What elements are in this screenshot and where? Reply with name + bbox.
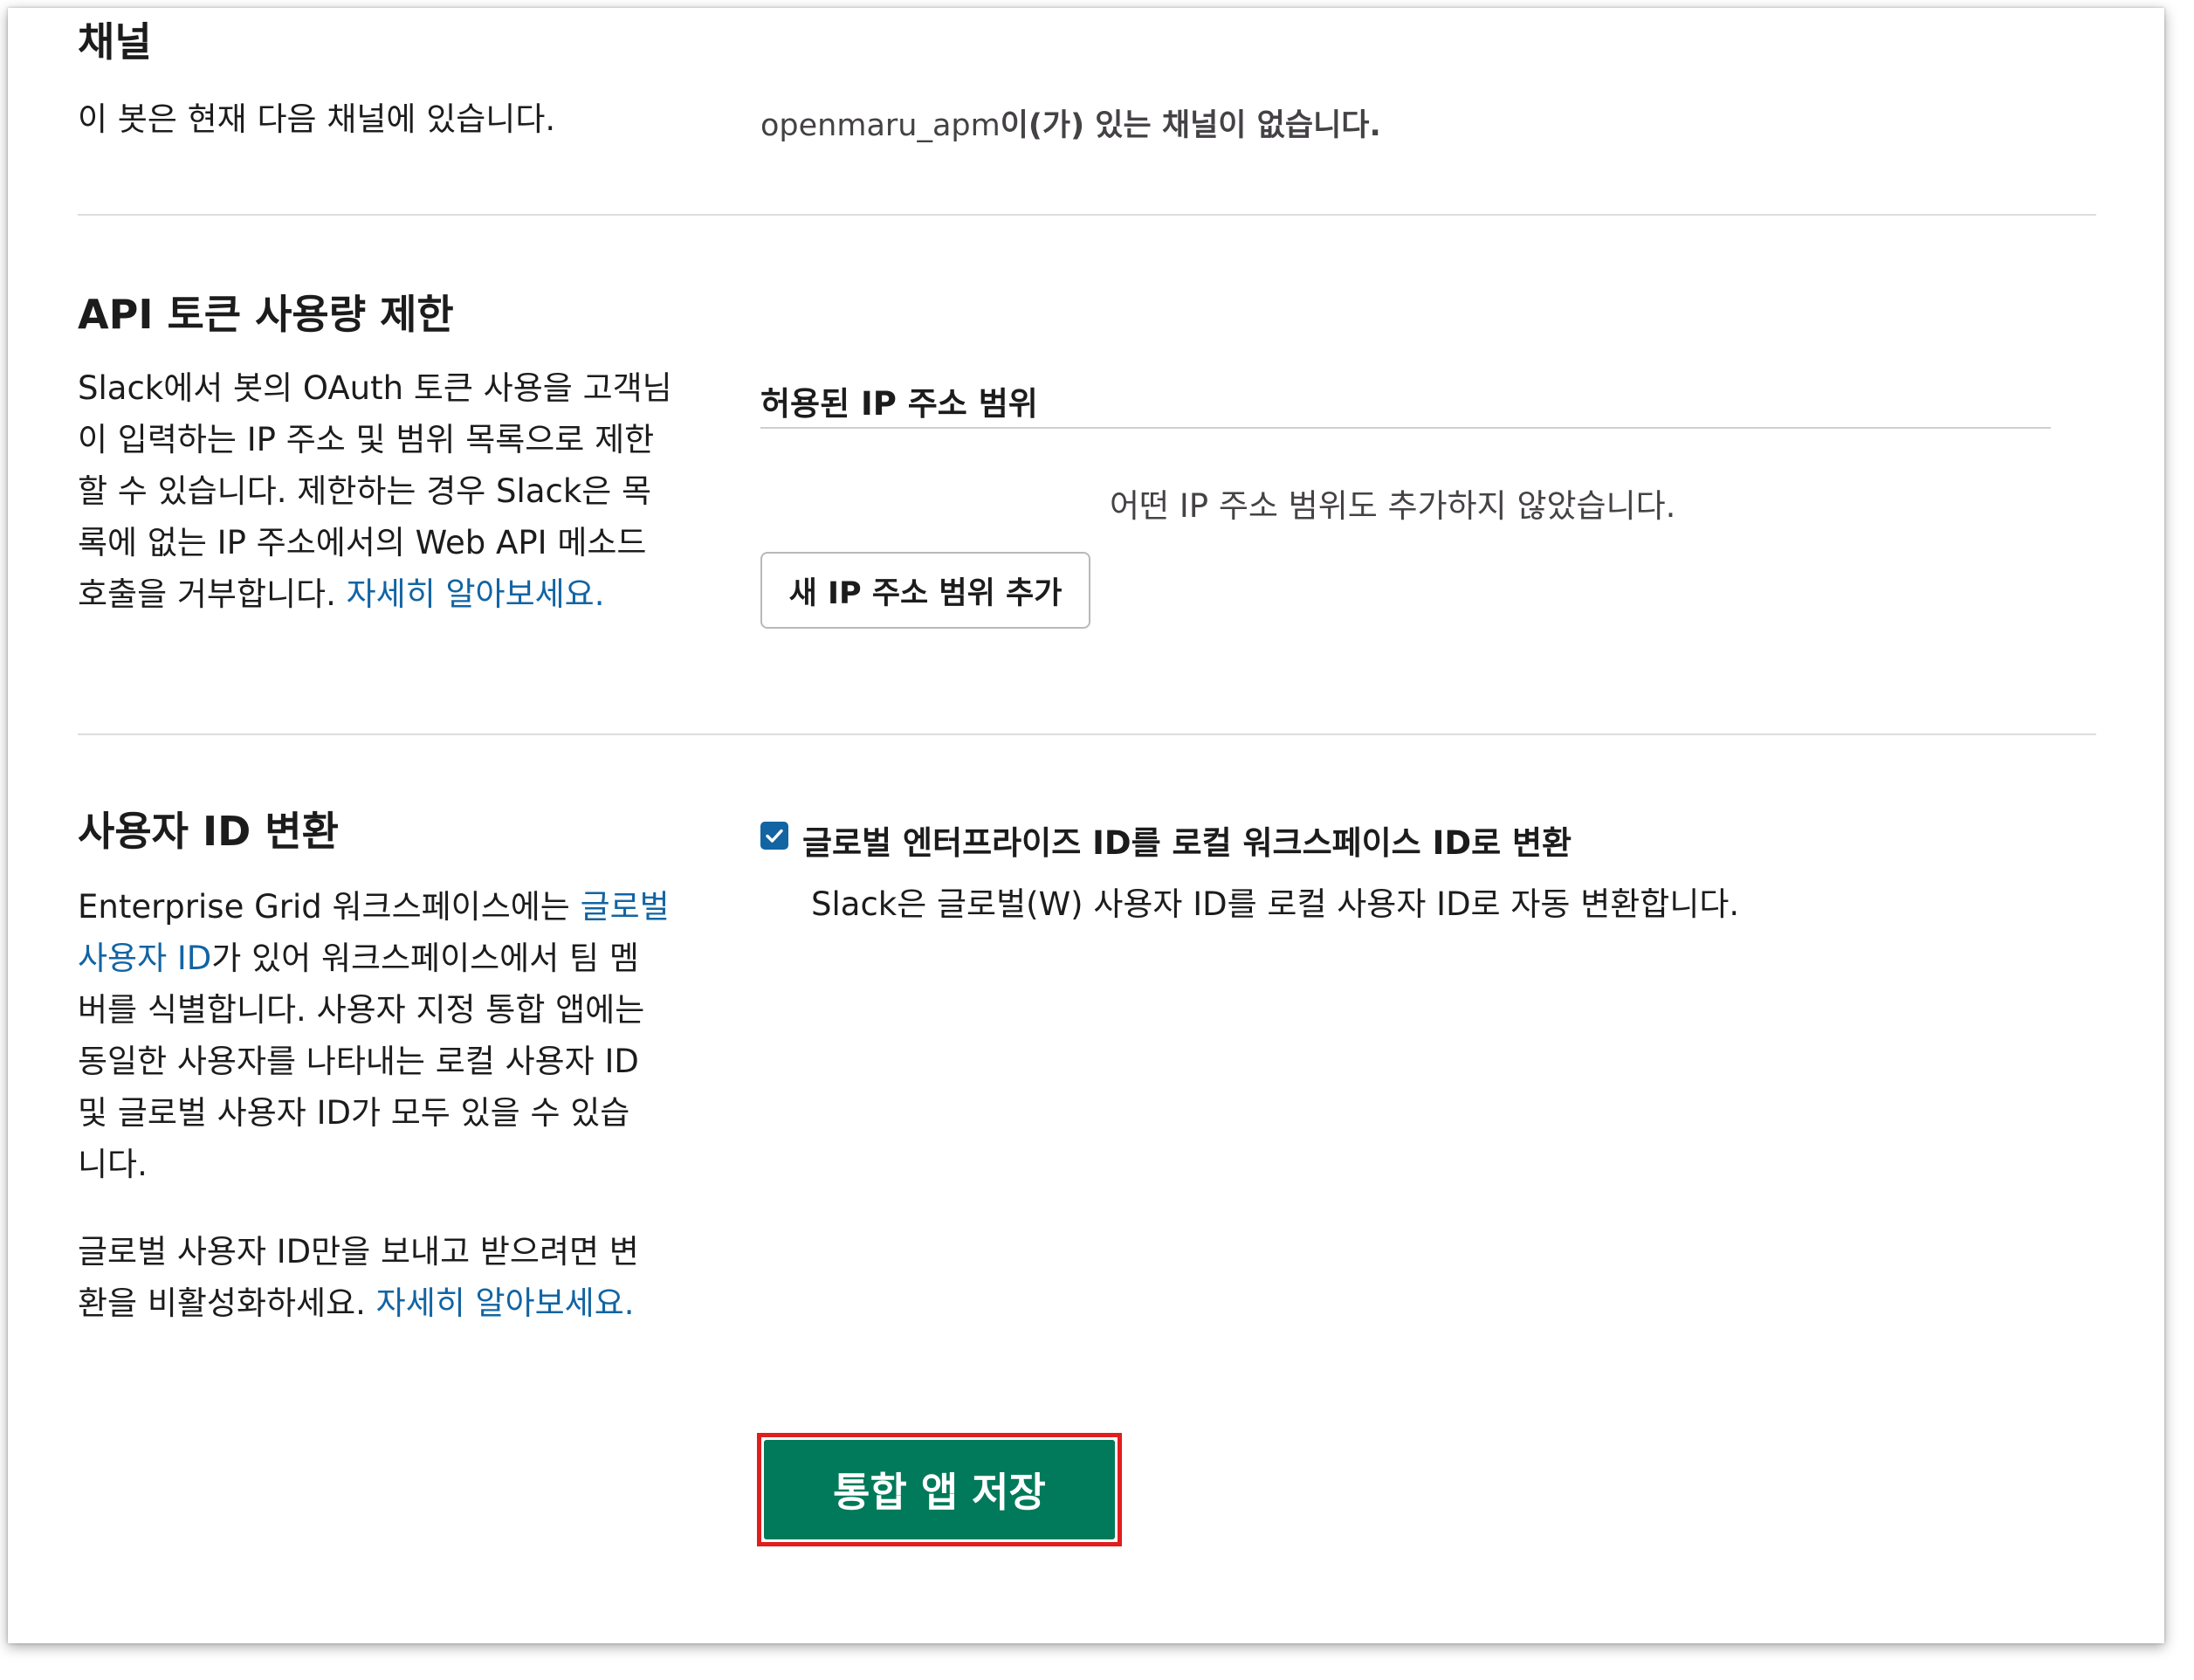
description-line: Slack에서 봇의 OAuth 토큰 사용을 고객님	[78, 369, 672, 407]
global-user-id-link[interactable]: 글로벌	[581, 888, 670, 926]
user-id-title: 사용자 ID 변환	[78, 808, 339, 855]
add-ip-range-button[interactable]: 새 IP 주소 범위 추가	[760, 552, 1090, 629]
description-line: 버를 식별합니다. 사용자 지정 통합 앱에는	[78, 991, 645, 1029]
section-divider	[78, 733, 2096, 735]
description-line: 동일한 사용자를 나타내는 로컬 사용자 ID	[78, 1043, 639, 1080]
channels-status-text: 이(가) 있는 채널이 없습니다.	[1000, 108, 1381, 143]
description-line: 글로벌 사용자 ID만을 보내고 받으려면 변	[78, 1233, 639, 1270]
description-line: 록에 없는 IP 주소에서의 Web API 메소드	[78, 524, 647, 561]
learn-more-link[interactable]: 자세히 알아보세요.	[347, 575, 605, 613]
save-app-button[interactable]: 통합 앱 저장	[764, 1440, 1115, 1539]
description-line: 및 글로벌 사용자 ID가 모두 있을 수 있습	[78, 1094, 630, 1132]
channels-description: 이 봇은 현재 다음 채널에 있습니다.	[78, 100, 556, 138]
empty-ip-message: 어떤 IP 주소 범위도 추가하지 않았습니다.	[1110, 487, 1676, 525]
api-limit-title: API 토큰 사용량 제한	[78, 291, 454, 338]
settings-panel: 채널 이 봇은 현재 다음 채널에 있습니다. openmaru_apm이(가)…	[8, 8, 2164, 1643]
checkmark-icon	[766, 829, 783, 843]
user-id-description: Enterprise Grid 워크스페이스에는 글로벌 사용자 ID가 있어 …	[78, 881, 724, 1329]
description-line: 니다.	[78, 1146, 148, 1183]
channels-status: openmaru_apm이(가) 있는 채널이 없습니다.	[760, 100, 1381, 145]
translate-ids-label[interactable]: 글로벌 엔터프라이즈 ID를 로컬 워크스페이스 ID로 변환	[802, 816, 1572, 864]
description-line: 환을 비활성화하세요.	[78, 1284, 366, 1322]
desc-text: 가 있어 워크스페이스에서 팀 멤	[211, 940, 639, 977]
desc-text: Enterprise Grid 워크스페이스에는	[78, 888, 581, 926]
global-user-id-link-continued[interactable]: 사용자 ID	[78, 940, 211, 977]
channels-status-app: openmaru_apm	[760, 108, 1001, 143]
ip-header-divider	[760, 427, 2051, 429]
section-divider	[78, 214, 2096, 216]
learn-more-link[interactable]: 자세히 알아보세요.	[376, 1284, 635, 1322]
translate-ids-description: Slack은 글로벌(W) 사용자 ID를 로컬 사용자 ID로 자동 변환합니…	[811, 885, 1740, 923]
api-limit-description: Slack에서 봇의 OAuth 토큰 사용을 고객님 이 입력하는 IP 주소…	[78, 362, 706, 620]
description-line: 호출을 거부합니다.	[78, 575, 336, 613]
description-line: 이 입력하는 IP 주소 및 범위 목록으로 제한	[78, 421, 655, 458]
allowed-ip-header: 허용된 IP 주소 범위	[760, 385, 1038, 423]
channels-title: 채널	[78, 18, 152, 65]
description-line: 할 수 있습니다. 제한하는 경우 Slack은 목	[78, 472, 652, 510]
translate-ids-checkbox[interactable]	[760, 822, 788, 850]
